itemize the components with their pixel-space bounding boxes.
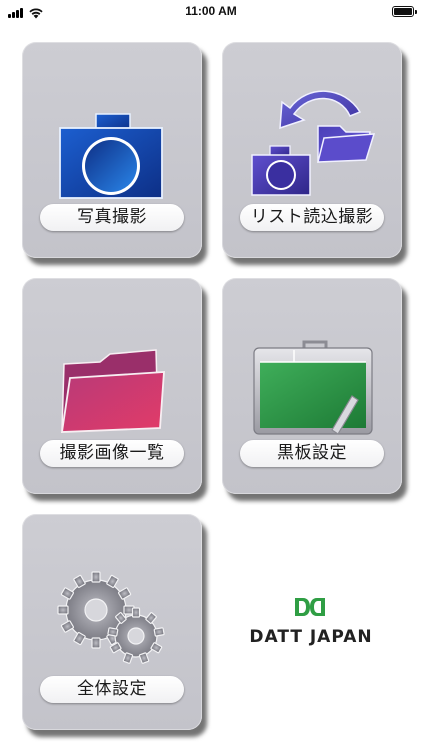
blackboard-settings-button[interactable]: 黒板設定 [222, 278, 402, 494]
brand-name: DATT JAPAN [249, 627, 373, 647]
general-settings-button[interactable]: 全体設定 [22, 514, 202, 730]
status-time: 11:00 AM [185, 4, 237, 18]
list-read-capture-label: リスト読込撮影 [240, 204, 384, 231]
list-read-capture-button[interactable]: リスト読込撮影 [222, 42, 402, 258]
blackboard-settings-label: 黒板設定 [240, 440, 384, 467]
datt-japan-logo: DATT JAPAN [236, 596, 386, 648]
photo-capture-button[interactable]: 写真撮影 [22, 42, 202, 258]
status-bar: 11:00 AM [0, 0, 422, 26]
datt-japan-mark-icon [295, 598, 325, 616]
captured-images-label: 撮影画像一覧 [40, 440, 184, 467]
general-settings-label: 全体設定 [40, 676, 184, 703]
captured-images-button[interactable]: 撮影画像一覧 [22, 278, 202, 494]
photo-capture-label: 写真撮影 [40, 204, 184, 231]
battery-icon [392, 6, 417, 17]
